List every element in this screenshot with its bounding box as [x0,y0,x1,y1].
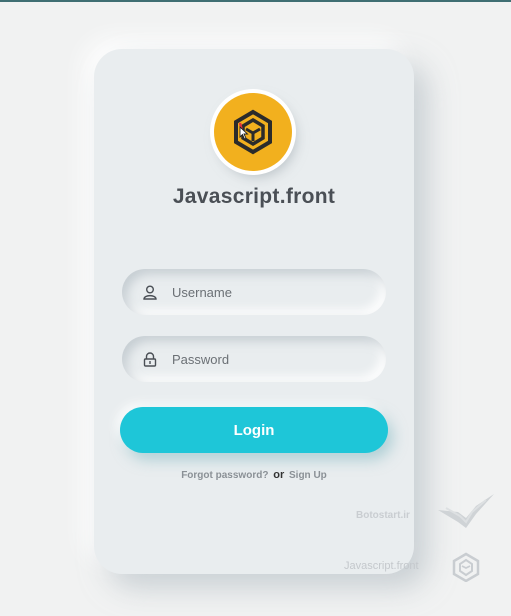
forgot-password-link[interactable]: Forgot password? [181,470,268,481]
password-input[interactable] [170,350,374,368]
login-button[interactable]: Login [120,407,388,453]
page: Javascript.front Login Forgo [0,0,511,616]
username-field[interactable] [122,269,386,315]
or-separator: or [273,469,285,481]
username-input[interactable] [170,283,374,301]
bird-watermark-icon [438,494,494,528]
brand-logo [214,93,292,171]
sign-up-link[interactable]: Sign Up [289,470,327,481]
login-card: Javascript.front Login Forgo [94,49,414,574]
user-icon [142,284,158,300]
watermark-brand-label: Javascript.front [344,560,419,572]
mouse-cursor-icon [239,126,249,140]
js-front-hexagon-icon [234,109,272,155]
brand-watermark-icon [452,552,480,582]
watermark-site-label: Botostart.ir [356,510,410,521]
password-field[interactable] [122,336,386,382]
lock-icon [142,351,158,367]
brand-title: Javascript.front [172,185,336,208]
auth-links: Forgot password? or Sign Up [94,469,414,481]
